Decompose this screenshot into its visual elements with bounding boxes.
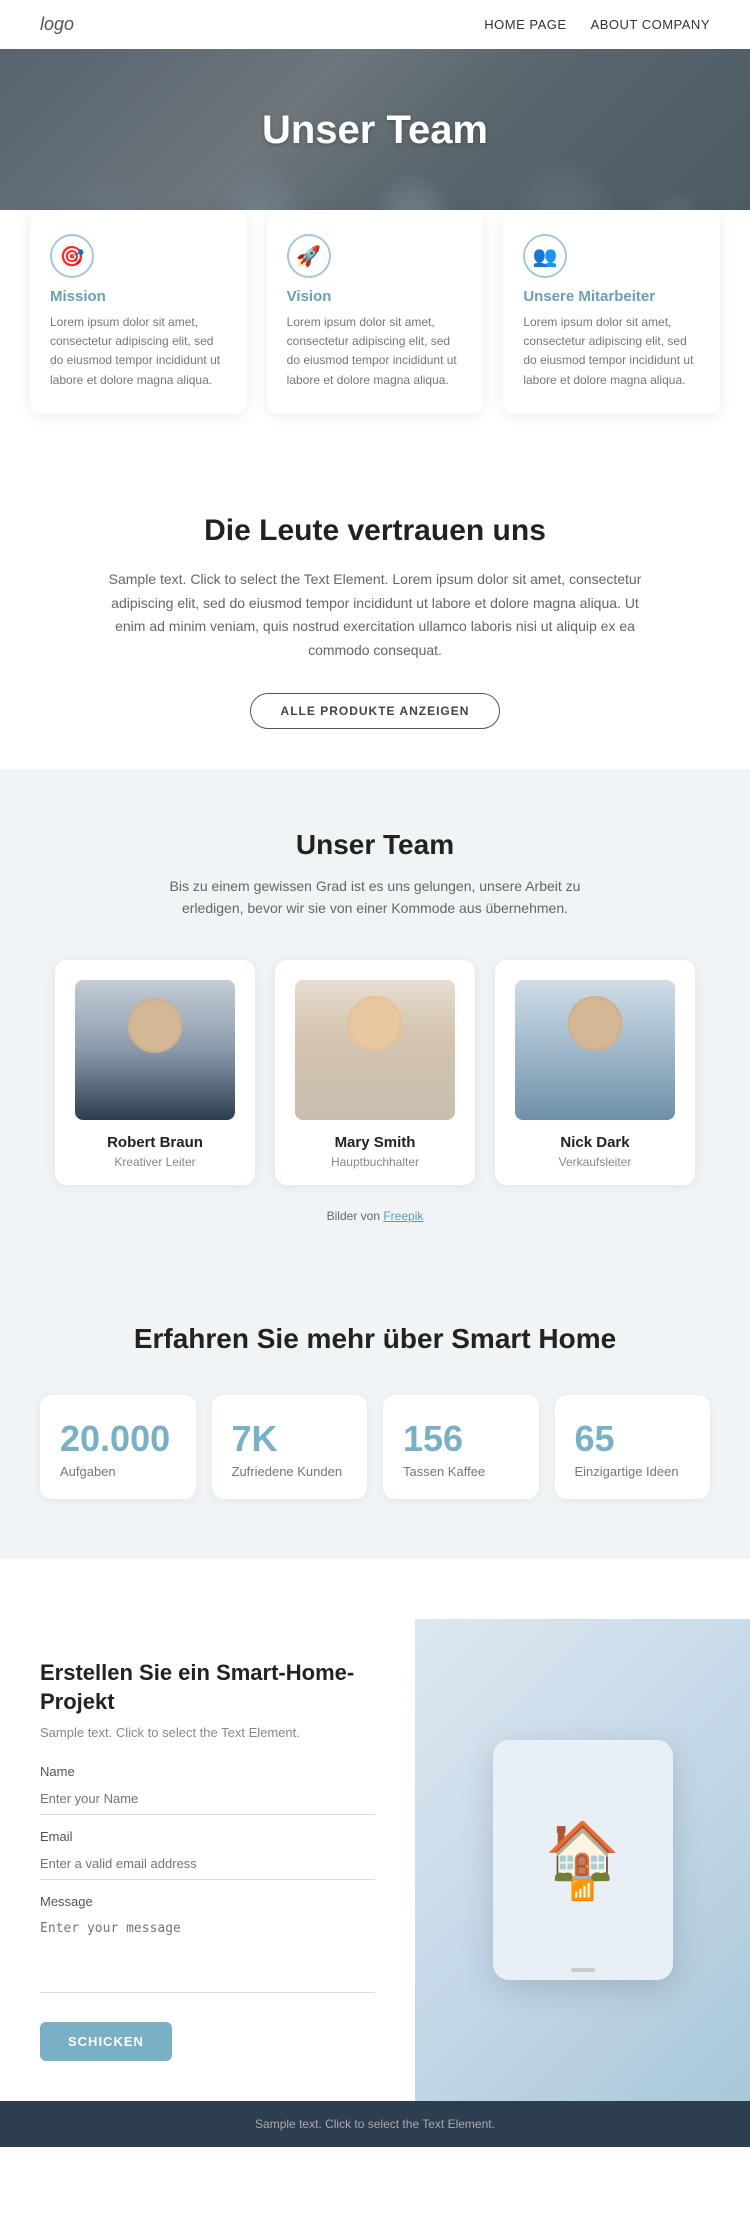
wifi-icon: 📶 [570, 1878, 595, 1903]
nav-links: HOME PAGE ABOUT COMPANY [484, 17, 710, 32]
employees-icon: 👥 [523, 234, 567, 278]
stat-customers-number: 7K [232, 1419, 348, 1459]
contact-image-side: 🏠 📶 [415, 1619, 750, 2100]
team-cards: Robert Braun Kreativer Leiter Mary Smith… [40, 960, 710, 1185]
stat-tasks: 20.000 Aufgaben [40, 1395, 196, 1500]
message-input[interactable] [40, 1913, 375, 1993]
stat-customers-label: Zufriedene Kunden [232, 1464, 348, 1479]
contact-heading: Erstellen Sie ein Smart-Home-Projekt [40, 1659, 375, 1716]
form-group-name: Name [40, 1764, 375, 1815]
card-mission-text: Lorem ipsum dolor sit amet, consectetur … [50, 313, 227, 390]
trust-section: Die Leute vertrauen uns Sample text. Cli… [0, 454, 750, 769]
stat-customers: 7K Zufriedene Kunden [212, 1395, 368, 1500]
card-employees-text: Lorem ipsum dolor sit amet, consectetur … [523, 313, 700, 390]
vision-icon: 🚀 [287, 234, 331, 278]
card-vision-title: Vision [287, 288, 464, 305]
mission-icon: 🎯 [50, 234, 94, 278]
team-card-nick: Nick Dark Verkaufsleiter [495, 960, 695, 1185]
avatar-robert [75, 980, 235, 1120]
form-group-email: Email [40, 1829, 375, 1880]
stats-section: Erfahren Sie mehr über Smart Home 20.000… [0, 1263, 750, 1560]
hero-title: Unser Team [262, 108, 488, 153]
team-role-robert: Kreativer Leiter [71, 1155, 239, 1169]
form-group-message: Message [40, 1894, 375, 1998]
nav-home[interactable]: HOME PAGE [484, 17, 566, 32]
name-label: Name [40, 1764, 375, 1779]
all-products-button[interactable]: ALLE PRODUKTE ANZEIGEN [250, 693, 501, 729]
footer: Sample text. Click to select the Text El… [0, 2101, 750, 2147]
name-input[interactable] [40, 1783, 375, 1815]
team-name-robert: Robert Braun [71, 1134, 239, 1151]
stat-tasks-number: 20.000 [60, 1419, 176, 1459]
team-role-nick: Verkaufsleiter [511, 1155, 679, 1169]
cards-section: 🎯 Mission Lorem ipsum dolor sit amet, co… [0, 210, 750, 454]
nav-about[interactable]: ABOUT COMPANY [591, 17, 710, 32]
card-vision-text: Lorem ipsum dolor sit amet, consectetur … [287, 313, 464, 390]
navigation: logo HOME PAGE ABOUT COMPANY [0, 0, 750, 49]
email-input[interactable] [40, 1848, 375, 1880]
freepik-credit: Bilder von Freepik [40, 1209, 710, 1223]
team-name-mary: Mary Smith [291, 1134, 459, 1151]
card-employees-title: Unsere Mitarbeiter [523, 288, 700, 305]
freepik-link[interactable]: Freepik [383, 1209, 423, 1223]
team-heading: Unser Team [40, 829, 710, 861]
team-section: Unser Team Bis zu einem gewissen Grad is… [0, 769, 750, 1263]
trust-text: Sample text. Click to select the Text El… [105, 568, 645, 663]
logo: logo [40, 14, 74, 35]
card-vision: 🚀 Vision Lorem ipsum dolor sit amet, con… [267, 210, 484, 414]
trust-heading: Die Leute vertrauen uns [60, 514, 690, 548]
avatar-nick [515, 980, 675, 1120]
contact-form-side: Erstellen Sie ein Smart-Home-Projekt Sam… [0, 1619, 415, 2100]
team-name-nick: Nick Dark [511, 1134, 679, 1151]
stat-ideas: 65 Einzigartige Ideen [555, 1395, 711, 1500]
stat-tasks-label: Aufgaben [60, 1464, 176, 1479]
stats-grid: 20.000 Aufgaben 7K Zufriedene Kunden 156… [40, 1395, 710, 1500]
footer-text: Sample text. Click to select the Text El… [40, 2117, 710, 2131]
email-label: Email [40, 1829, 375, 1844]
stat-ideas-number: 65 [575, 1419, 691, 1459]
submit-button[interactable]: SCHICKEN [40, 2022, 172, 2061]
team-card-robert: Robert Braun Kreativer Leiter [55, 960, 255, 1185]
stat-ideas-label: Einzigartige Ideen [575, 1464, 691, 1479]
tablet-illustration: 🏠 📶 [493, 1740, 673, 1980]
card-mission-title: Mission [50, 288, 227, 305]
message-label: Message [40, 1894, 375, 1909]
stat-coffee: 156 Tassen Kaffee [383, 1395, 539, 1500]
stat-coffee-number: 156 [403, 1419, 519, 1459]
contact-section: Erstellen Sie ein Smart-Home-Projekt Sam… [0, 1559, 750, 2100]
card-employees: 👥 Unsere Mitarbeiter Lorem ipsum dolor s… [503, 210, 720, 414]
team-card-mary: Mary Smith Hauptbuchhalter [275, 960, 475, 1185]
avatar-mary [295, 980, 455, 1120]
team-role-mary: Hauptbuchhalter [291, 1155, 459, 1169]
team-subtitle: Bis zu einem gewissen Grad ist es uns ge… [165, 875, 585, 920]
stat-coffee-label: Tassen Kaffee [403, 1464, 519, 1479]
card-mission: 🎯 Mission Lorem ipsum dolor sit amet, co… [30, 210, 247, 414]
contact-subtitle: Sample text. Click to select the Text El… [40, 1725, 375, 1740]
stats-heading: Erfahren Sie mehr über Smart Home [40, 1323, 710, 1355]
